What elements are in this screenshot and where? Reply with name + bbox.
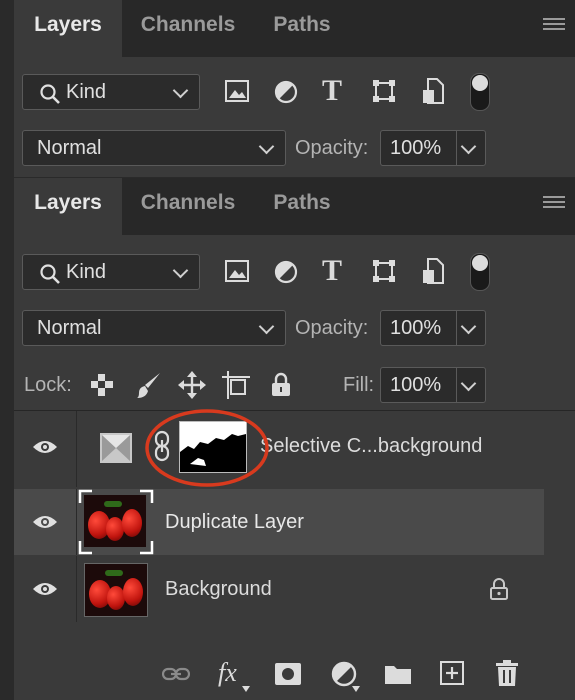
chevron-down-icon[interactable] bbox=[460, 375, 477, 392]
layer-row-background[interactable]: Background bbox=[14, 556, 544, 622]
panel-menu-icon[interactable] bbox=[543, 18, 565, 32]
selection-corners bbox=[78, 489, 154, 555]
image-filter-icon[interactable] bbox=[225, 80, 249, 102]
filter-kind-select[interactable]: Kind bbox=[22, 74, 200, 110]
fill-field[interactable]: 100% bbox=[380, 367, 486, 403]
image-filter-icon[interactable] bbox=[225, 260, 249, 282]
layer-thumbnail[interactable] bbox=[84, 563, 148, 617]
opacity-label: Opacity: bbox=[295, 317, 369, 339]
adjustment-filter-icon[interactable] bbox=[274, 80, 298, 104]
tab-layers[interactable]: Layers bbox=[14, 178, 122, 235]
fx-dropdown-icon bbox=[242, 686, 250, 692]
smart-object-filter-icon[interactable] bbox=[422, 78, 444, 104]
eye-icon[interactable] bbox=[32, 514, 58, 530]
blend-mode-value: Normal bbox=[37, 137, 102, 159]
fx-icon[interactable]: fx bbox=[218, 658, 237, 688]
fill-label: Fill: bbox=[343, 374, 375, 396]
panel-menu-icon[interactable] bbox=[543, 196, 565, 210]
filter-toggle[interactable] bbox=[470, 73, 490, 111]
layer-row-selective-color[interactable]: Selective C...background bbox=[14, 409, 544, 487]
layer-row-duplicate-layer[interactable]: Duplicate Layer bbox=[14, 489, 544, 555]
lock-all-icon[interactable] bbox=[271, 372, 291, 396]
opacity-value: 100% bbox=[390, 137, 442, 159]
new-layer-icon[interactable] bbox=[440, 661, 464, 685]
tab-layers[interactable]: Layers bbox=[14, 0, 122, 57]
lock-position-icon[interactable] bbox=[178, 371, 206, 399]
chevron-down-icon bbox=[172, 262, 189, 279]
blend-mode-value: Normal bbox=[37, 317, 102, 339]
layer-name[interactable]: Selective C...background bbox=[260, 435, 482, 458]
tab-paths[interactable]: Paths bbox=[254, 178, 350, 235]
tab-paths[interactable]: Paths bbox=[254, 0, 350, 57]
link-icon[interactable] bbox=[162, 667, 190, 681]
eye-divider bbox=[76, 556, 77, 622]
chevron-down-icon bbox=[172, 82, 189, 99]
tab-channels[interactable]: Channels bbox=[122, 178, 254, 235]
chevron-down-icon bbox=[258, 318, 275, 335]
opacity-field[interactable]: 100% bbox=[380, 310, 486, 346]
fill-value: 100% bbox=[390, 374, 442, 396]
eye-icon[interactable] bbox=[32, 439, 58, 455]
lock-label: Lock: bbox=[24, 374, 72, 396]
opacity-label: Opacity: bbox=[295, 137, 369, 159]
blend-mode-select[interactable]: Normal bbox=[22, 310, 286, 346]
chevron-down-icon[interactable] bbox=[460, 138, 477, 155]
adjustment-layer-thumb-icon bbox=[100, 433, 132, 463]
smart-object-filter-icon[interactable] bbox=[422, 258, 444, 284]
adjustment-icon[interactable] bbox=[331, 661, 357, 687]
mask-icon[interactable] bbox=[275, 663, 301, 685]
filter-kind-label: Kind bbox=[66, 81, 107, 103]
eye-divider bbox=[76, 411, 77, 487]
search-icon bbox=[40, 84, 60, 104]
tab-bar-bottom: Layers Channels Paths bbox=[14, 178, 575, 235]
tab-channels[interactable]: Channels bbox=[122, 0, 254, 57]
type-filter-icon[interactable]: T bbox=[322, 254, 342, 288]
chevron-down-icon[interactable] bbox=[460, 318, 477, 335]
adjustment-dropdown-icon bbox=[352, 686, 360, 692]
search-icon bbox=[40, 264, 60, 284]
eye-icon[interactable] bbox=[32, 581, 58, 597]
folder-icon[interactable] bbox=[384, 663, 412, 685]
layer-name[interactable]: Duplicate Layer bbox=[165, 511, 304, 534]
chevron-down-icon bbox=[258, 138, 275, 155]
shape-filter-icon[interactable] bbox=[372, 259, 396, 283]
shape-filter-icon[interactable] bbox=[372, 79, 396, 103]
filter-kind-label: Kind bbox=[66, 261, 107, 283]
lock-image-pixels-icon[interactable] bbox=[136, 371, 162, 399]
blend-mode-select[interactable]: Normal bbox=[22, 130, 286, 166]
filter-kind-select[interactable]: Kind bbox=[22, 254, 200, 290]
layer-lock-icon[interactable] bbox=[490, 578, 508, 600]
opacity-field[interactable]: 100% bbox=[380, 130, 486, 166]
type-filter-icon[interactable]: T bbox=[322, 74, 342, 108]
lock-artboard-icon[interactable] bbox=[222, 371, 250, 399]
lock-transparent-pixels-icon[interactable] bbox=[91, 374, 113, 396]
tab-bar-top: Layers Channels Paths bbox=[14, 0, 575, 57]
trash-icon[interactable] bbox=[496, 660, 518, 686]
annotation-circle bbox=[145, 409, 269, 487]
adjustment-filter-icon[interactable] bbox=[274, 260, 298, 284]
filter-toggle[interactable] bbox=[470, 253, 490, 291]
layer-name[interactable]: Background bbox=[165, 578, 272, 601]
eye-divider bbox=[76, 489, 77, 555]
opacity-value: 100% bbox=[390, 317, 442, 339]
